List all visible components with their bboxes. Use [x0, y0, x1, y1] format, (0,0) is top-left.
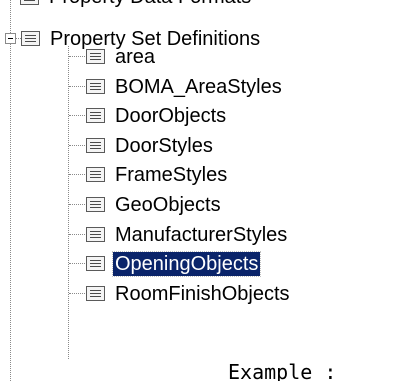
tree-connector	[69, 145, 85, 146]
tree-item[interactable]: DoorStyles	[86, 131, 215, 160]
tree-item[interactable]: ManufacturerStyles	[86, 220, 289, 249]
list-icon	[21, 31, 40, 46]
tree-connector	[69, 293, 85, 294]
tree-item[interactable]: area	[86, 42, 157, 71]
tree-item-label: RoomFinishObjects	[115, 282, 290, 305]
list-icon	[86, 256, 105, 271]
tree-item-label: GeoObjects	[115, 193, 221, 216]
tree-connector-children	[68, 46, 69, 359]
tree-connector	[69, 263, 85, 264]
list-icon	[86, 286, 105, 301]
list-icon	[86, 167, 105, 182]
tree-item-label: OpeningObjects	[111, 250, 262, 277]
tree-item[interactable]: BOMA_AreaStyles	[86, 72, 284, 101]
tree-item-label: DoorStyles	[115, 134, 213, 157]
tree-connector	[69, 234, 85, 235]
list-icon	[86, 227, 105, 242]
tree-item[interactable]: OpeningObjects	[86, 249, 262, 278]
tree-item[interactable]: GeoObjects	[86, 190, 223, 219]
tree-connector	[69, 86, 85, 87]
list-icon	[86, 49, 105, 64]
partial-bottom-text: Example :	[228, 363, 337, 381]
tree-item-label: area	[115, 45, 156, 68]
tree-connector-root	[10, 0, 11, 381]
tree-connector	[69, 56, 85, 57]
collapse-toggle-icon[interactable]	[5, 33, 16, 44]
tree-connector	[69, 204, 85, 205]
list-icon	[86, 197, 105, 212]
tree-item-label: DoorObjects	[115, 104, 227, 127]
tree-connector	[69, 115, 85, 116]
tree-item-label: Property Data Formats	[47, 0, 253, 8]
list-icon	[86, 79, 105, 94]
tree-item-label: FrameStyles	[115, 163, 228, 186]
tree-connector	[69, 174, 85, 175]
tree-item-label: ManufacturerStyles	[115, 223, 288, 246]
tree-item[interactable]: DoorObjects	[86, 101, 228, 130]
tree-item[interactable]: RoomFinishObjects	[86, 279, 292, 308]
list-icon	[86, 108, 105, 123]
tree-item-label: BOMA_AreaStyles	[115, 75, 282, 98]
list-icon	[86, 138, 105, 153]
tree-item-partial-top[interactable]: Property Data Formats	[20, 0, 253, 8]
tree-item[interactable]: FrameStyles	[86, 160, 229, 189]
tree-view: Property Data Formats Property Set Defin…	[0, 0, 398, 381]
list-icon	[20, 0, 39, 5]
